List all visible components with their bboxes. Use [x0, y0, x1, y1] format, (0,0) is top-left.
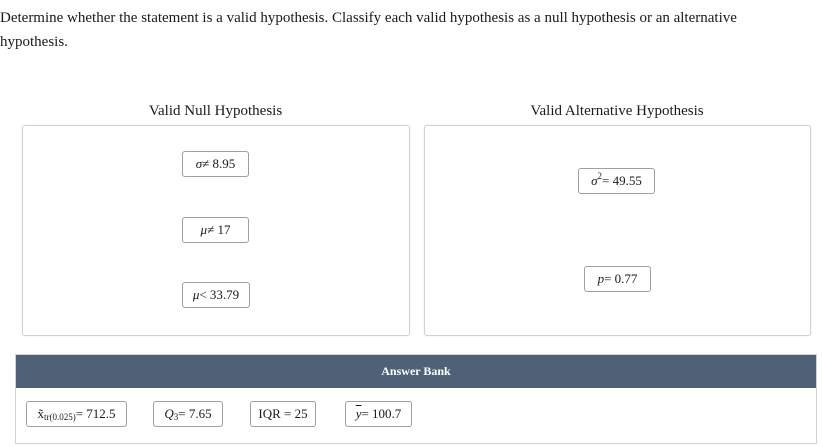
answer-chip[interactable]: μ < 33.79 — [182, 282, 250, 308]
alternative-hypothesis-heading: Valid Alternative Hypothesis — [530, 103, 704, 119]
answer-chip[interactable]: y = 100.7 — [345, 401, 412, 427]
instructions-text: Determine whether the statement is a val… — [0, 10, 737, 50]
alternative-hypothesis-drop-zone[interactable]: σ2 = 49.55 p = 0.77 — [424, 125, 811, 336]
answer-chip[interactable]: IQR = 25 — [250, 401, 316, 427]
answer-bank[interactable]: Answer Bank x̃ tr(0.025) = 712.5 Q3 = 7.6… — [15, 354, 817, 444]
answer-chip[interactable]: Q3 = 7.65 — [153, 401, 223, 427]
null-hypothesis-heading: Valid Null Hypothesis — [148, 103, 283, 119]
answer-chip[interactable]: μ ≠ 17 — [182, 217, 249, 243]
null-hypothesis-drop-zone[interactable]: σ ≠ 8.95 μ ≠ 17 μ < 33.79 — [22, 125, 410, 336]
answer-chip[interactable]: σ ≠ 8.95 — [182, 151, 249, 177]
answer-bank-title: Answer Bank — [16, 355, 816, 388]
answer-chip[interactable]: p = 0.77 — [584, 266, 651, 292]
answer-chip[interactable]: x̃ tr(0.025) = 712.5 — [26, 401, 127, 427]
answer-chip[interactable]: σ2 = 49.55 — [578, 168, 655, 194]
